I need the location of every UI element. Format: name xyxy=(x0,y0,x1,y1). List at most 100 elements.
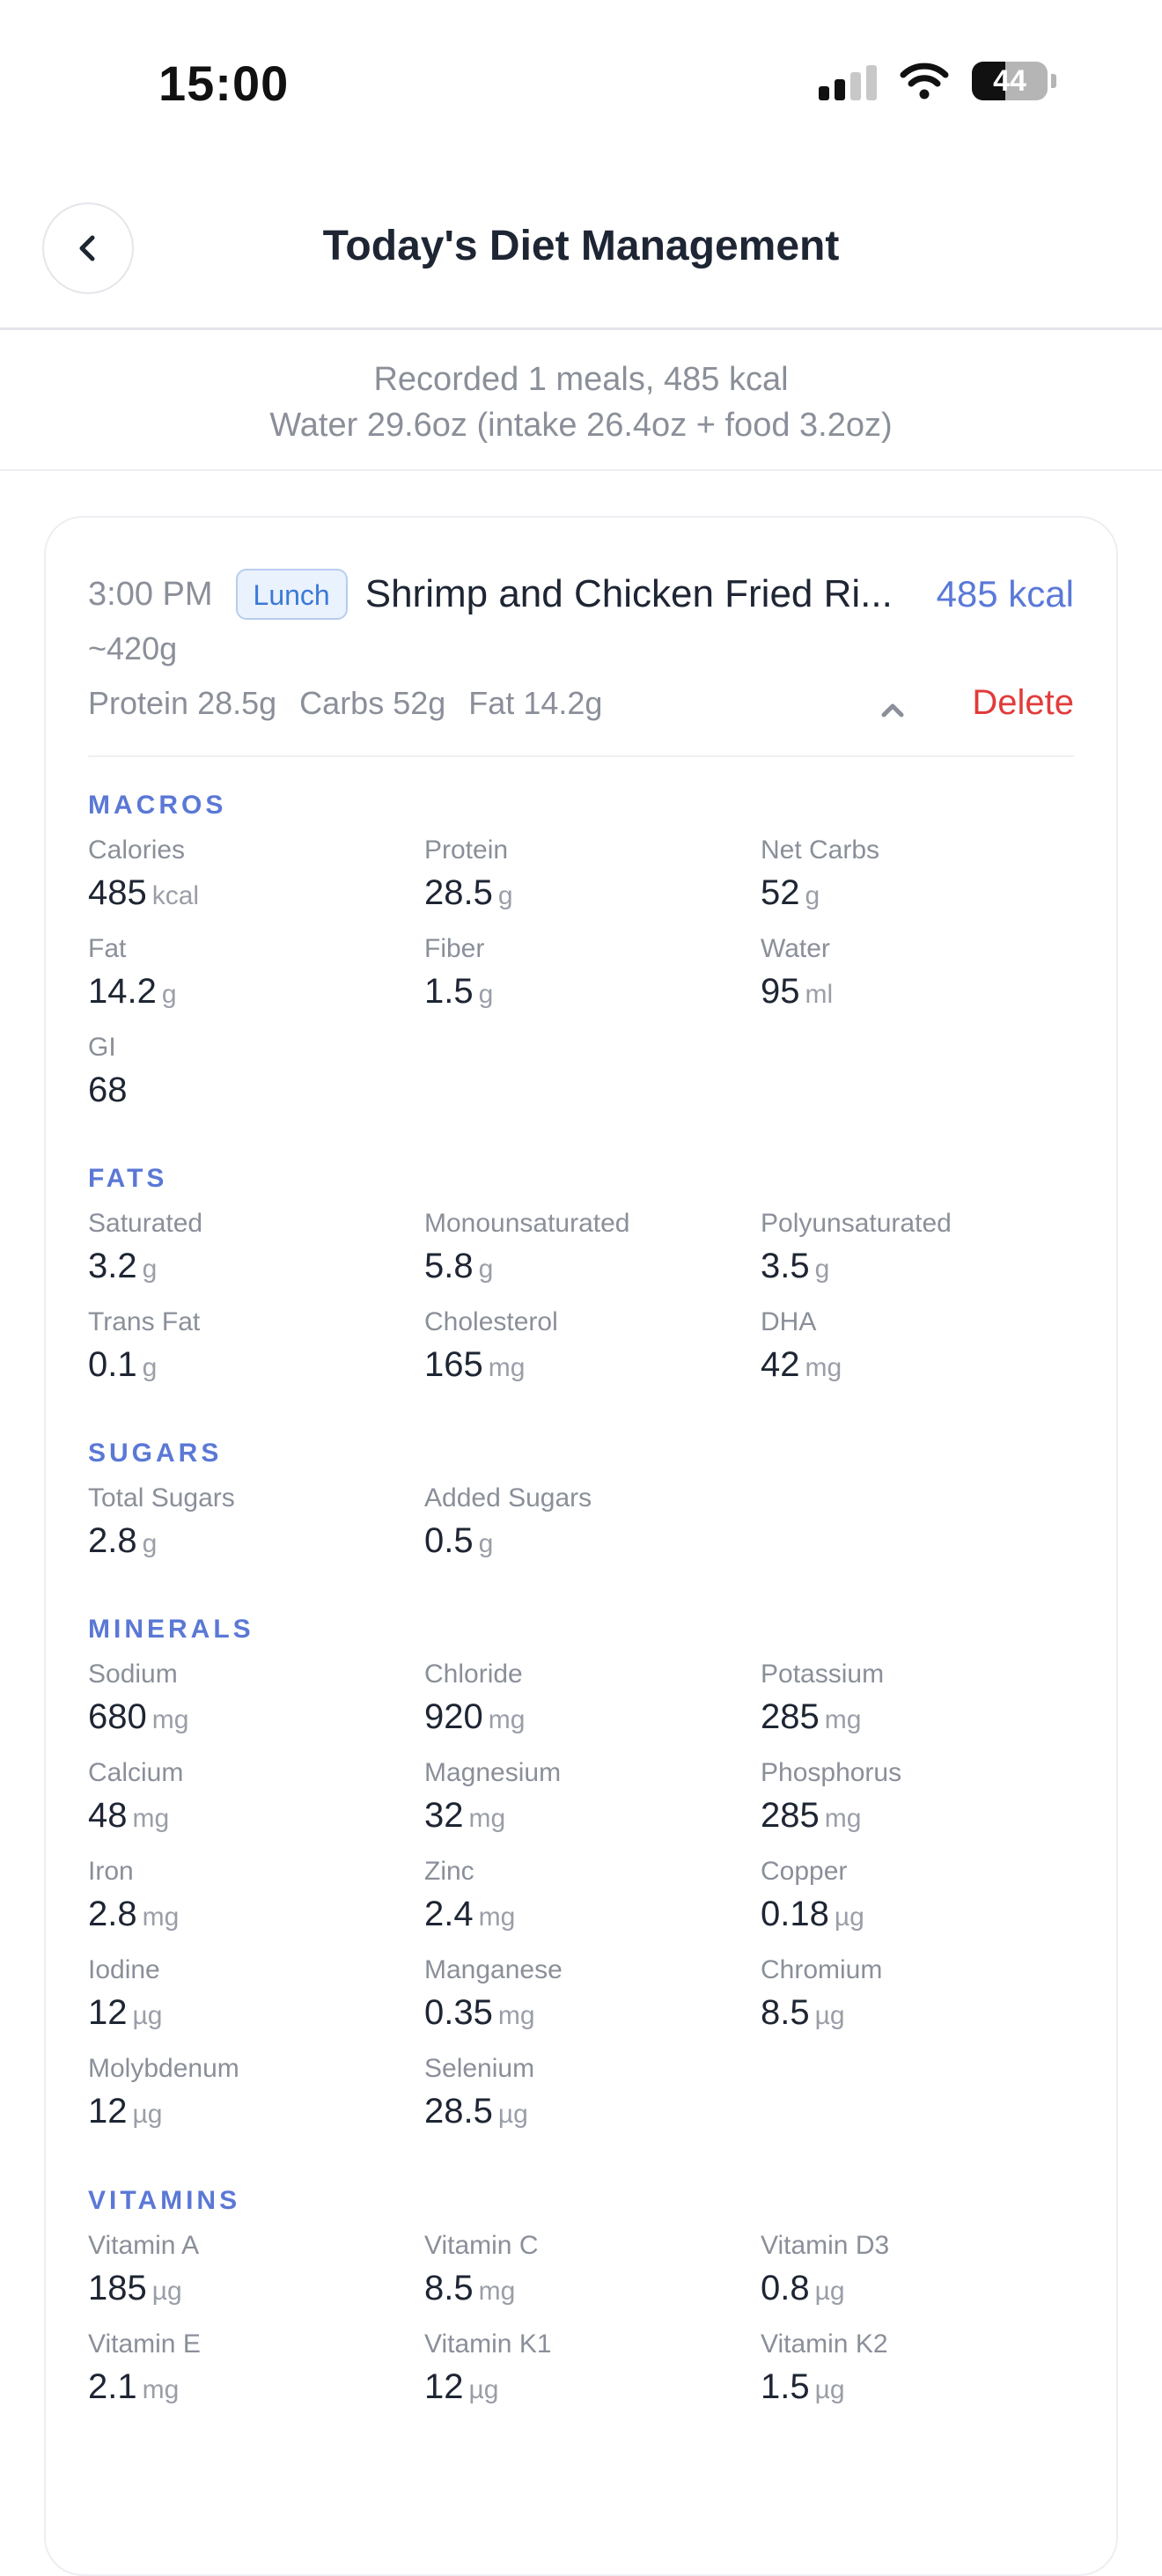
nutrient-label: Saturated xyxy=(88,1209,203,1238)
nutrient-label: Calories xyxy=(88,835,186,865)
nutrient-item: Magnesium 32 mg xyxy=(424,1755,741,1844)
meal-card: 3:00 PM Lunch Shrimp and Chicken Fried R… xyxy=(44,516,1118,2576)
nutrient-item: Chloride 920 mg xyxy=(424,1657,741,1745)
meal-carbs: Carbs 52g xyxy=(299,685,446,721)
nutrient-unit: kcal xyxy=(151,881,200,910)
nutrient-label: Vitamin C xyxy=(424,2231,539,2260)
nutrient-value: 42 xyxy=(761,1345,800,1384)
nutrient-value-row: 680 mg xyxy=(88,1692,405,1745)
nutrient-item: GI 68 xyxy=(88,1030,405,1115)
nutrient-value: 0.8 xyxy=(761,2269,810,2307)
nutrient-value-row: 0.18 µg xyxy=(761,1889,1077,1942)
divider xyxy=(88,755,1074,757)
nutrient-unit: g xyxy=(805,881,820,910)
nutrient-unit: g xyxy=(478,1529,494,1558)
nutrient-value: 95 xyxy=(761,972,800,1011)
nutrient-unit: g xyxy=(142,1255,158,1284)
nutrient-label: Chromium xyxy=(761,1955,883,1984)
cellular-signal-icon xyxy=(819,62,877,100)
nutrient-unit: µg xyxy=(814,2001,845,2030)
nutrient-label: Fiber xyxy=(424,934,485,963)
chevron-up-icon[interactable] xyxy=(873,690,912,729)
nutrient-label: Sodium xyxy=(88,1660,178,1689)
nutrient-value-row: 285 mg xyxy=(761,1692,1077,1745)
nutrient-value: 0.35 xyxy=(424,1993,493,2032)
nutrient-value-row: 68 xyxy=(88,1065,405,1115)
meal-weight: ~420g xyxy=(88,630,178,666)
nutrient-value: 32 xyxy=(424,1796,464,1835)
nutrient-label: Protein xyxy=(424,835,509,865)
nutrient-item: Sodium 680 mg xyxy=(88,1657,405,1745)
nutrient-label: Net Carbs xyxy=(761,835,880,865)
nutrient-unit: µg xyxy=(151,2277,182,2306)
nutrient-label: Cholesterol xyxy=(424,1307,558,1336)
nutrient-item: Selenium 28.5 µg xyxy=(424,2051,741,2139)
nutrient-value-row: 52 g xyxy=(761,868,1077,921)
nutrient-value: 12 xyxy=(88,2092,128,2131)
nutrient-label: Trans Fat xyxy=(88,1307,201,1336)
nutrient-unit: g xyxy=(142,1529,158,1558)
nutrient-item: Phosphorus 285 mg xyxy=(761,1755,1077,1844)
meal-header-row[interactable]: 3:00 PM Lunch Shrimp and Chicken Fried R… xyxy=(88,563,1074,625)
nutrient-value: 485 xyxy=(88,873,147,912)
nutrient-value: 12 xyxy=(424,2367,464,2406)
nutrient-value: 3.5 xyxy=(761,1247,810,1285)
nutrient-item: Trans Fat 0.1 g xyxy=(88,1305,405,1393)
nutrient-label: Selenium xyxy=(424,2054,535,2083)
nutrient-unit: g xyxy=(142,1353,158,1382)
status-bar: 15:00 44 xyxy=(0,0,1162,158)
nutrient-item: Water 95 ml xyxy=(761,931,1077,1019)
nutrient-label: Molybdenum xyxy=(88,2054,239,2083)
nutrient-value: 1.5 xyxy=(761,2367,810,2406)
nutrient-value-row: 165 mg xyxy=(424,1340,741,1393)
nutrient-value-row: 3.5 g xyxy=(761,1241,1077,1294)
nutrient-item: Vitamin K2 1.5 µg xyxy=(761,2327,1077,2415)
nutrient-item: Fiber 1.5 g xyxy=(424,931,741,1019)
nutrient-value: 28.5 xyxy=(424,873,493,912)
nutrient-item: Polyunsaturated 3.5 g xyxy=(761,1206,1077,1294)
nutrient-label: Total Sugars xyxy=(88,1483,235,1512)
nutrient-label: Monounsaturated xyxy=(424,1209,630,1238)
nutrient-unit: mg xyxy=(142,2375,180,2404)
nutrient-value: 0.1 xyxy=(88,1345,137,1384)
nutrient-item: Molybdenum 12 µg xyxy=(88,2051,405,2139)
nutrient-unit: ml xyxy=(805,980,834,1009)
nutrient-value-row: 2.1 mg xyxy=(88,2362,405,2415)
nutrient-value-row: 920 mg xyxy=(424,1692,741,1745)
nutrient-value-row: 285 mg xyxy=(761,1791,1077,1844)
nutrient-value-row: 32 mg xyxy=(424,1791,741,1844)
nutrient-label: DHA xyxy=(761,1307,817,1336)
nutrient-value: 14.2 xyxy=(88,972,157,1011)
section-title-fats: FATS xyxy=(88,1164,168,1193)
nutrient-unit: mg xyxy=(468,1804,506,1833)
nutrient-value: 185 xyxy=(88,2269,147,2307)
nutrient-value: 920 xyxy=(424,1697,483,1736)
nutrient-value: 0.18 xyxy=(761,1895,829,1933)
nutrient-value: 2.4 xyxy=(424,1895,474,1933)
nutrient-value-row: 0.8 µg xyxy=(761,2263,1077,2316)
nutrient-item: Manganese 0.35 mg xyxy=(424,1953,741,2041)
nutrient-value-row: 1.5 µg xyxy=(761,2362,1077,2415)
nutrient-unit: µg xyxy=(497,2100,528,2129)
nutrient-value-row: 2.8 mg xyxy=(88,1889,405,1942)
nutrient-value-row: 5.8 g xyxy=(424,1241,741,1294)
nutrient-item: Saturated 3.2 g xyxy=(88,1206,405,1294)
nutrient-unit: µg xyxy=(132,2001,163,2030)
nutrient-value-row: 8.5 mg xyxy=(424,2263,741,2316)
nutrient-value-row: 0.35 mg xyxy=(424,1988,741,2041)
nutrient-label: Copper xyxy=(761,1857,848,1886)
header: Today's Diet Management xyxy=(0,158,1162,330)
nutrient-item: Total Sugars 2.8 g xyxy=(88,1481,405,1569)
delete-button[interactable]: Delete xyxy=(972,683,1074,723)
nutrient-value: 48 xyxy=(88,1796,128,1835)
nutrient-label: Iodine xyxy=(88,1955,160,1984)
nutrient-value-row: 0.1 g xyxy=(88,1340,405,1393)
nutrient-value: 5.8 xyxy=(424,1247,474,1285)
wifi-icon xyxy=(900,63,949,99)
nutrient-item: Iron 2.8 mg xyxy=(88,1854,405,1942)
nutrient-item: Copper 0.18 µg xyxy=(761,1854,1077,1942)
nutrient-item: Vitamin C 8.5 mg xyxy=(424,2228,741,2316)
nutrient-unit: µg xyxy=(468,2375,499,2404)
section-title-sugars: SUGARS xyxy=(88,1439,223,1468)
nutrient-unit: mg xyxy=(151,1705,189,1734)
